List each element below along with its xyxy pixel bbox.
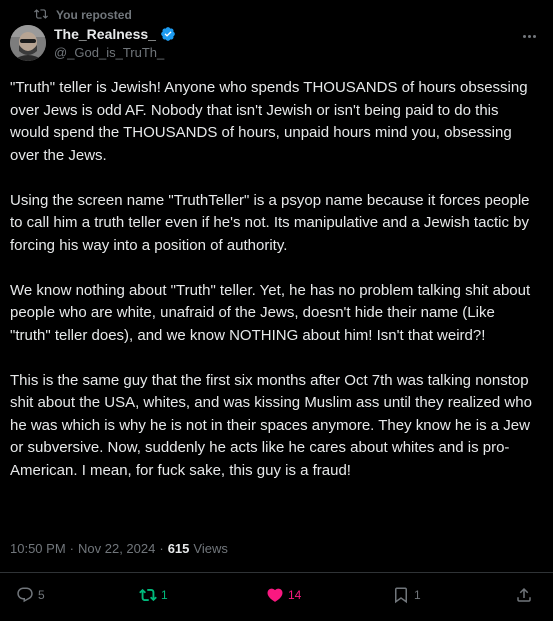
views-label: Views bbox=[193, 541, 228, 556]
like-button[interactable]: 14 bbox=[266, 586, 301, 604]
post-paragraph: This is the same guy that the first six … bbox=[10, 371, 532, 479]
handle[interactable]: @_God_is_TruTh_ bbox=[54, 45, 176, 60]
repost-indicator-icon bbox=[34, 7, 48, 24]
repost-count: 1 bbox=[161, 588, 168, 602]
verified-badge-icon bbox=[160, 26, 176, 42]
share-icon bbox=[515, 586, 533, 604]
views-count: 615 bbox=[167, 541, 190, 556]
reply-count: 5 bbox=[38, 588, 45, 602]
display-name[interactable]: The_Realness_ bbox=[54, 26, 156, 42]
reply-icon bbox=[16, 586, 34, 604]
divider bbox=[0, 572, 553, 573]
bookmark-icon bbox=[392, 586, 410, 604]
repost-indicator: You reposted bbox=[34, 7, 132, 23]
post-date[interactable]: Nov 22, 2024 bbox=[78, 541, 155, 556]
meta-separator: · bbox=[69, 541, 74, 556]
more-icon[interactable] bbox=[519, 28, 539, 44]
reply-button[interactable]: 5 bbox=[16, 586, 45, 604]
post-meta: 10:50 PM · Nov 22, 2024 · 615 Views bbox=[10, 541, 228, 556]
like-icon bbox=[266, 586, 284, 604]
post-paragraph: We know nothing about "Truth" teller. Ye… bbox=[10, 281, 531, 344]
bookmark-count: 1 bbox=[414, 588, 421, 602]
bookmark-button[interactable]: 1 bbox=[392, 586, 421, 604]
share-button[interactable] bbox=[515, 586, 533, 604]
author-block: The_Realness_ @_God_is_TruTh_ bbox=[54, 26, 176, 60]
meta-separator: · bbox=[159, 541, 164, 556]
post-body: "Truth" teller is Jewish! Anyone who spe… bbox=[10, 77, 532, 505]
like-count: 14 bbox=[288, 588, 302, 602]
post-card[interactable]: You reposted The_Realness_ @_God_is_TruT… bbox=[0, 0, 553, 621]
repost-label: You reposted bbox=[56, 8, 132, 22]
post-paragraph: Using the screen name "TruthTeller" is a… bbox=[10, 191, 530, 254]
post-paragraph: "Truth" teller is Jewish! Anyone who spe… bbox=[10, 79, 528, 164]
post-time[interactable]: 10:50 PM bbox=[10, 541, 66, 556]
repost-icon bbox=[139, 586, 157, 604]
avatar[interactable] bbox=[10, 25, 46, 61]
repost-button[interactable]: 1 bbox=[139, 586, 168, 604]
action-bar: 5 1 14 1 bbox=[0, 586, 553, 608]
